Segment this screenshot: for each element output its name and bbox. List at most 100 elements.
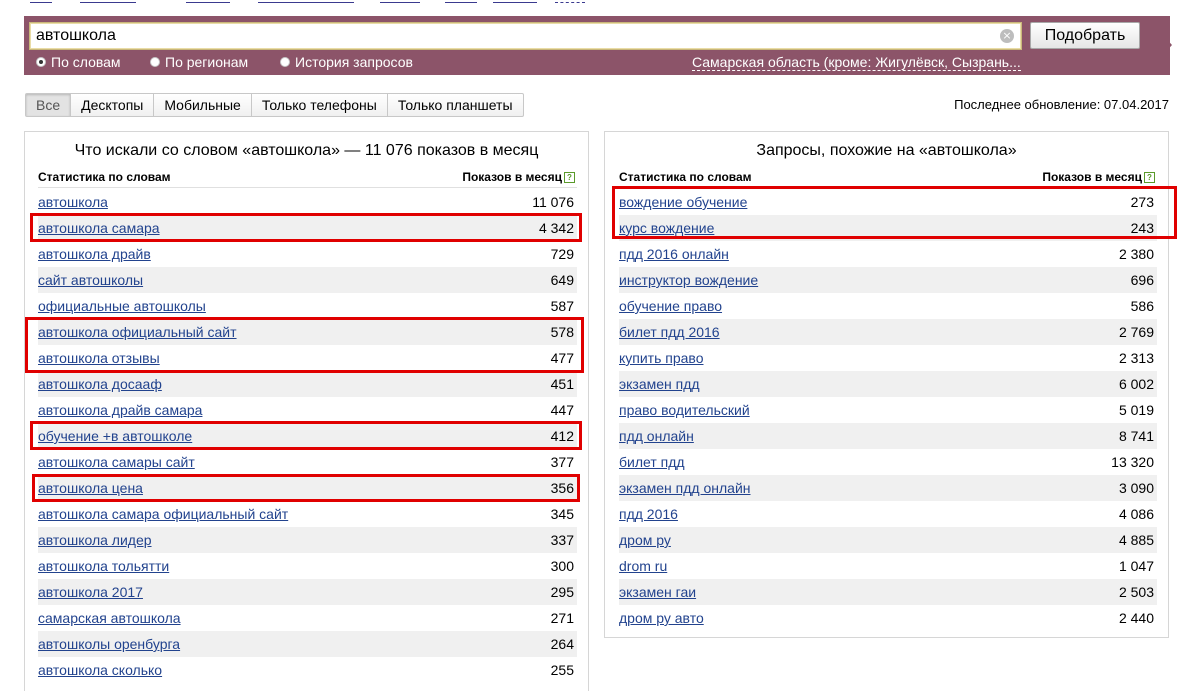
keyword-link[interactable]: автошкола самары сайт [38, 454, 195, 470]
keyword-link[interactable]: автошкола лидер [38, 532, 152, 548]
keyword-link[interactable]: пдд 2016 онлайн [619, 246, 729, 262]
keyword-link[interactable]: экзамен гаи [619, 584, 696, 600]
keyword-link[interactable]: автошкола 2017 [38, 584, 143, 600]
table-row: автошкола тольятти 300 [38, 553, 577, 579]
table-row: автошкола самары сайт 377 [38, 449, 577, 475]
tab-all[interactable]: Все [25, 93, 72, 117]
tab-mobile[interactable]: Мобильные [154, 93, 252, 117]
keyword-link[interactable]: автошкола драйв [38, 246, 151, 262]
keyword-link[interactable]: автошкола сколько [38, 662, 162, 678]
table-row: автошкола цена 356 [38, 475, 577, 501]
keyword-link[interactable]: пдд онлайн [619, 428, 694, 444]
left-col-keyword-header: Статистика по словам [38, 170, 171, 184]
keyword-link[interactable]: экзамен пдд онлайн [619, 480, 751, 496]
table-row: автошкола драйв самара 447 [38, 397, 577, 423]
radio-dot[interactable] [36, 57, 46, 67]
impressions-count: 255 [550, 662, 574, 678]
keyword-link[interactable]: автошкола цена [38, 480, 143, 496]
keyword-link[interactable]: вождение обучение [619, 194, 747, 210]
tab-phones-only[interactable]: Только телефоны [251, 93, 388, 117]
impressions-count: 13 320 [1111, 454, 1154, 470]
last-update-text: Последнее обновление: 07.04.2017 [954, 97, 1169, 112]
keyword-link[interactable]: курс вождение [619, 220, 714, 236]
radio-dot[interactable] [280, 57, 290, 67]
search-band-arrow [1146, 16, 1172, 74]
region-selector-link[interactable]: Самарская область (кроме: Жигулёвск, Сыз… [692, 54, 1021, 71]
radio-by-words[interactable]: По словам [36, 54, 121, 70]
keyword-link[interactable]: дром ру авто [619, 610, 704, 626]
impressions-count: 11 076 [532, 194, 574, 210]
help-icon[interactable]: ? [564, 172, 575, 184]
table-row: автошкола лидер 337 [38, 527, 577, 553]
tab-tablets-only[interactable]: Только планшеты [387, 93, 524, 117]
right-col-keyword-header: Статистика по словам [619, 170, 752, 184]
keyword-link[interactable]: автошкола самара официальный сайт [38, 506, 288, 522]
keyword-link[interactable]: обучение +в автошколе [38, 428, 192, 444]
table-row: обучение +в автошколе 412 [38, 423, 577, 449]
table-row: инструктор вождение 696 [619, 267, 1157, 293]
table-row: дром ру авто 2 440 [619, 605, 1157, 631]
impressions-count: 3 090 [1118, 480, 1154, 496]
submit-button[interactable]: Подобрать [1030, 22, 1140, 49]
header-divider [38, 187, 577, 188]
close-icon[interactable]: × [1000, 29, 1014, 43]
keyword-link[interactable]: самарская автошкола [38, 610, 181, 626]
search-box: × [29, 22, 1022, 50]
keyword-link[interactable]: автошкола [38, 194, 108, 210]
table-row: автошкола самара официальный сайт 345 [38, 501, 577, 527]
impressions-count: 377 [550, 454, 574, 470]
right-col-count-header: Показов в месяц? [1042, 170, 1155, 186]
table-row: пдд 2016 онлайн 2 380 [619, 241, 1157, 267]
impressions-count: 271 [550, 610, 574, 626]
search-input[interactable] [36, 25, 996, 47]
keyword-link[interactable]: экзамен пдд [619, 376, 700, 392]
right-stats-panel: Запросы, похожие на «автошкола» Статисти… [604, 131, 1169, 638]
impressions-count: 447 [550, 402, 574, 418]
radio-label: По регионам [165, 54, 249, 70]
help-icon[interactable]: ? [1144, 172, 1155, 184]
keyword-link[interactable]: автошкола официальный сайт [38, 324, 237, 340]
keyword-link[interactable]: пдд 2016 [619, 506, 678, 522]
col-count-label: Показов в месяц [462, 170, 562, 184]
keyword-link[interactable]: автошкола самара [38, 220, 160, 236]
impressions-count: 243 [1130, 220, 1154, 236]
keyword-link[interactable]: право водительский [619, 402, 750, 418]
radio-dot[interactable] [150, 57, 160, 67]
impressions-count: 4 885 [1118, 532, 1154, 548]
keyword-link[interactable]: автошкола досааф [38, 376, 162, 392]
impressions-count: 4 086 [1118, 506, 1154, 522]
keyword-link[interactable]: автошколы оренбурга [38, 636, 180, 652]
impressions-count: 587 [550, 298, 574, 314]
impressions-count: 8 741 [1118, 428, 1154, 444]
tab-desktops[interactable]: Десктопы [71, 93, 155, 117]
keyword-link[interactable]: обучение право [619, 298, 722, 314]
impressions-count: 578 [550, 324, 574, 340]
impressions-count: 273 [1130, 194, 1154, 210]
table-row: обучение право 586 [619, 293, 1157, 319]
keyword-link[interactable]: автошкола отзывы [38, 350, 160, 366]
table-row: автошкола досааф 451 [38, 371, 577, 397]
table-row: автошкола официальный сайт 578 [38, 319, 577, 345]
table-row: автошколы оренбурга 264 [38, 631, 577, 657]
header-divider [619, 187, 1157, 188]
keyword-link[interactable]: инструктор вождение [619, 272, 758, 288]
keyword-link[interactable]: дром ру [619, 532, 671, 548]
impressions-count: 337 [550, 532, 574, 548]
keyword-link[interactable]: сайт автошколы [38, 272, 143, 288]
table-row: билет пдд 2016 2 769 [619, 319, 1157, 345]
radio-by-regions[interactable]: По регионам [150, 54, 248, 70]
radio-history[interactable]: История запросов [280, 54, 413, 70]
impressions-count: 2 769 [1118, 324, 1154, 340]
keyword-link[interactable]: билет пдд 2016 [619, 324, 720, 340]
table-row: экзамен гаи 2 503 [619, 579, 1157, 605]
keyword-link[interactable]: drom ru [619, 558, 667, 574]
keyword-link[interactable]: автошкола драйв самара [38, 402, 202, 418]
impressions-count: 696 [1130, 272, 1154, 288]
table-row: автошкола сколько 255 [38, 657, 577, 683]
keyword-link[interactable]: билет пдд [619, 454, 685, 470]
keyword-link[interactable]: автошкола тольятти [38, 558, 169, 574]
keyword-link[interactable]: купить право [619, 350, 704, 366]
left-rows: автошкола 11 076 автошкола самара 4 342 авто… [38, 189, 577, 683]
impressions-count: 300 [550, 558, 574, 574]
keyword-link[interactable]: официальные автошколы [38, 298, 206, 314]
